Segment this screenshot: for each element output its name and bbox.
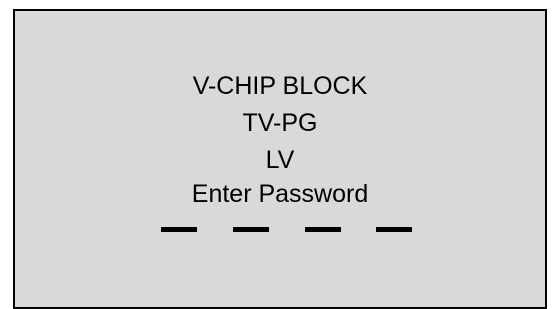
password-entry[interactable] [15, 227, 545, 235]
password-digit-4[interactable] [376, 227, 412, 232]
password-digit-1[interactable] [161, 227, 197, 232]
vchip-block-screen: V-CHIP BLOCK TV-PG LV Enter Password [13, 9, 547, 309]
password-digit-3[interactable] [305, 227, 341, 232]
password-prompt: Enter Password [191, 180, 369, 208]
content-flags-label: LV [265, 146, 295, 174]
block-title: V-CHIP BLOCK [192, 72, 368, 100]
password-digit-2[interactable] [233, 227, 269, 232]
rating-label: TV-PG [242, 109, 318, 137]
